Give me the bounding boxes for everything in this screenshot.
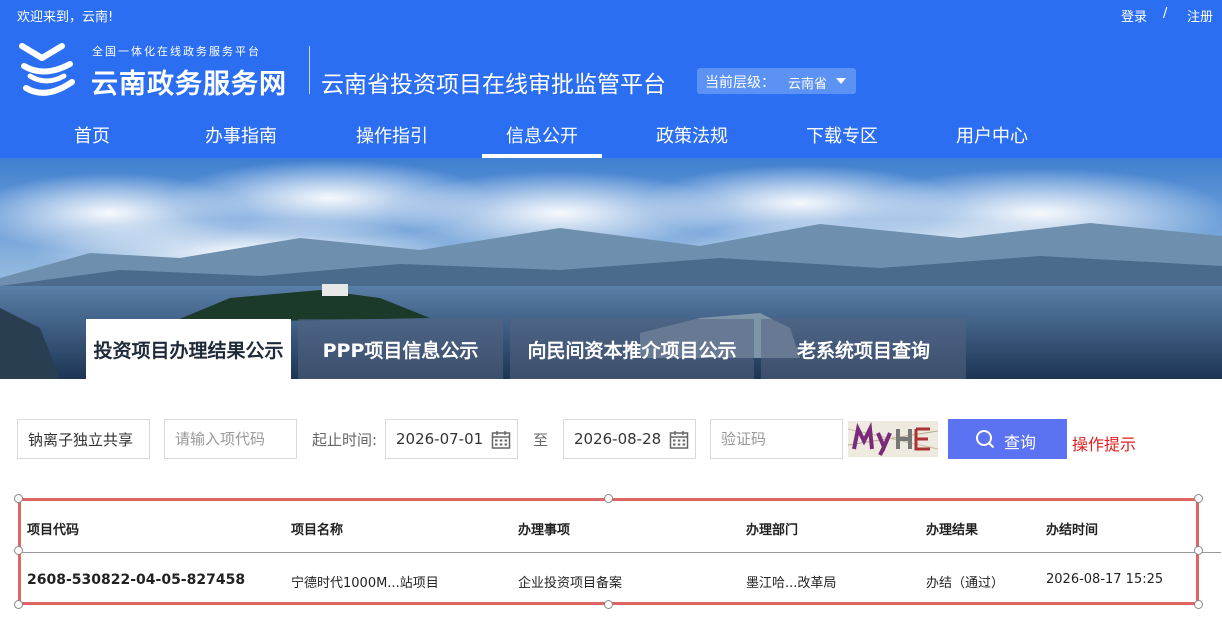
- selection-handle[interactable]: [1194, 600, 1203, 609]
- main-nav: 首页 办事指南 操作指引 信息公开 政策法规 下载专区 用户中心: [0, 118, 1222, 158]
- captcha-input[interactable]: [711, 420, 842, 458]
- end-date-field[interactable]: [563, 419, 696, 459]
- column-header-code: 项目代码: [27, 523, 80, 538]
- nav-item-operation[interactable]: 操作指引: [356, 122, 428, 148]
- site-header: 欢迎来到，云南! 登录 / 注册 全国一体化在线政务服务平台 云南政务服务网 云…: [0, 0, 1222, 158]
- captcha-image[interactable]: [848, 421, 938, 457]
- level-value: 云南省: [788, 77, 828, 92]
- results-table: 项目代码 项目名称 办理事项 办理部门 办理结果 办结时间 2608-53082…: [18, 498, 1221, 605]
- login-register-separator: /: [1163, 6, 1168, 21]
- captcha-field[interactable]: [710, 419, 843, 459]
- nav-item-home[interactable]: 首页: [74, 122, 110, 148]
- project-code-field[interactable]: [164, 419, 297, 459]
- cell-project-code[interactable]: 2608-530822-04-05-827458: [27, 572, 245, 588]
- nav-item-download[interactable]: 下载专区: [806, 122, 878, 148]
- top-bar: 欢迎来到，云南! 登录 / 注册: [0, 0, 1222, 28]
- header-divider: [21, 552, 1221, 553]
- yunnan-logo-icon: [19, 43, 75, 96]
- brand-divider: [309, 46, 310, 94]
- query-button[interactable]: 查询: [948, 419, 1067, 459]
- cell-project-name[interactable]: 宁德时代1000M...站项目: [291, 572, 439, 591]
- keyword-input[interactable]: [18, 420, 149, 458]
- tab-investment-results[interactable]: 投资项目办理结果公示: [86, 319, 291, 379]
- brand-subtitle: 全国一体化在线政务服务平台: [92, 45, 261, 58]
- date-range-label: 起止时间:: [312, 431, 378, 449]
- nav-item-policy[interactable]: 政策法规: [656, 122, 728, 148]
- register-link[interactable]: 注册: [1187, 6, 1213, 25]
- selection-handle[interactable]: [604, 600, 613, 609]
- calendar-icon[interactable]: [491, 430, 511, 450]
- selection-handle[interactable]: [14, 494, 23, 503]
- brand-title[interactable]: 云南政务服务网: [91, 62, 287, 101]
- column-header-time: 办结时间: [1046, 523, 1099, 538]
- level-selector[interactable]: 当前层级： 云南省: [697, 68, 856, 94]
- cell-matter: 企业投资项目备案: [518, 576, 623, 591]
- platform-title: 云南省投资项目在线审批监管平台: [321, 72, 666, 98]
- selection-handle[interactable]: [1194, 546, 1203, 555]
- column-header-matter: 办理事项: [518, 523, 571, 538]
- start-date-field[interactable]: [385, 419, 518, 459]
- login-link[interactable]: 登录: [1121, 6, 1147, 25]
- keyword-field[interactable]: [17, 419, 150, 459]
- level-label: 当前层级：: [705, 75, 775, 91]
- operation-hint-link[interactable]: 操作提示: [1072, 431, 1136, 455]
- column-header-result: 办理结果: [926, 523, 979, 538]
- tab-legacy-query[interactable]: 老系统项目查询: [761, 319, 966, 379]
- cell-finish-time: 2026-08-17 15:25: [1046, 572, 1164, 587]
- cell-department: 墨江哈...改革局: [746, 576, 837, 591]
- selection-handle[interactable]: [14, 600, 23, 609]
- welcome-text: 欢迎来到，云南!: [17, 10, 114, 25]
- tab-private-capital[interactable]: 向民间资本推介项目公示: [510, 319, 754, 379]
- column-header-department: 办理部门: [746, 523, 799, 538]
- selection-handle[interactable]: [14, 546, 23, 555]
- column-header-name: 项目名称: [291, 523, 344, 538]
- selection-handle[interactable]: [604, 494, 613, 503]
- caret-down-icon: [836, 78, 846, 84]
- nav-item-guide[interactable]: 办事指南: [205, 122, 277, 148]
- tab-ppp-info[interactable]: PPP项目信息公示: [298, 319, 503, 379]
- search-icon: [976, 430, 995, 449]
- calendar-icon[interactable]: [669, 430, 689, 450]
- cell-result: 办结（通过）: [926, 576, 1005, 591]
- project-code-input[interactable]: [165, 420, 296, 458]
- to-label: 至: [533, 431, 549, 449]
- nav-item-user-center[interactable]: 用户中心: [956, 122, 1028, 148]
- selection-handle[interactable]: [1194, 494, 1203, 503]
- nav-item-info-public[interactable]: 信息公开: [506, 122, 578, 148]
- query-button-label: 查询: [1004, 435, 1037, 452]
